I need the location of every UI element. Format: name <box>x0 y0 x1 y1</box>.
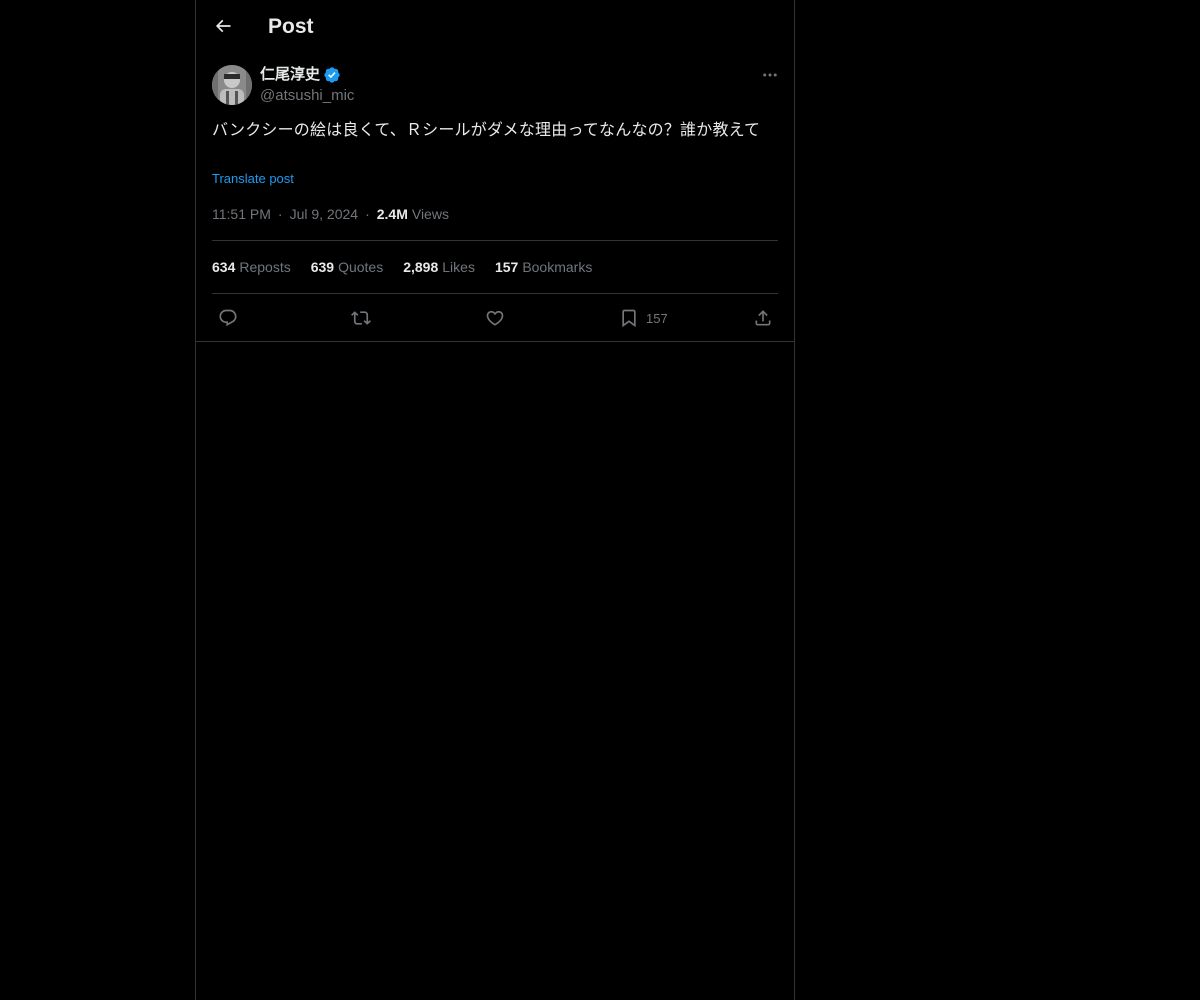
quotes-count: 639 <box>310 259 335 275</box>
post-time[interactable]: 11:51 PM <box>212 204 271 224</box>
avatar-image <box>212 65 252 105</box>
post-actions: 157 <box>196 303 794 333</box>
author-name-row: 仁尾淳史 <box>260 65 341 85</box>
translate-post-link[interactable]: Translate post <box>212 170 294 188</box>
post-meta: 11:51 PM · Jul 9, 2024 · 2.4M Views <box>212 204 449 224</box>
bookmarks-count: 157 <box>494 259 519 275</box>
author-handle[interactable]: @atsushi_mic <box>260 86 354 106</box>
quotes-label: Quotes <box>338 259 384 275</box>
likes-stat[interactable]: 2,898 Likes <box>403 257 475 277</box>
separator-dot: · <box>365 206 370 222</box>
share-button[interactable] <box>753 305 773 331</box>
main-column: Post 仁尾淳史 @atsushi_mic バンクシーの絵は良くて、Ｒシールが… <box>195 0 795 1000</box>
more-horizontal-icon <box>763 73 777 77</box>
like-button[interactable] <box>485 305 505 331</box>
author-name[interactable]: 仁尾淳史 <box>260 65 320 85</box>
bookmarks-label: Bookmarks <box>522 259 593 275</box>
bookmark-button[interactable]: 157 <box>619 305 668 331</box>
verified-badge-icon[interactable] <box>323 66 341 84</box>
repost-button[interactable] <box>351 305 371 331</box>
heart-icon <box>486 310 504 326</box>
reposts-count: 634 <box>212 259 236 275</box>
likes-count: 2,898 <box>403 259 439 275</box>
post-article: 仁尾淳史 @atsushi_mic バンクシーの絵は良くて、Ｒシールがダメな理由… <box>196 53 794 342</box>
quotes-stat[interactable]: 639 Quotes <box>311 257 384 277</box>
page-title: Post <box>268 15 314 38</box>
likes-label: Likes <box>442 259 475 275</box>
repost-icon <box>351 311 371 325</box>
page-header: Post <box>196 0 794 53</box>
back-button[interactable] <box>208 11 238 41</box>
bookmark-count: 157 <box>646 311 668 326</box>
bookmarks-stat[interactable]: 157 Bookmarks <box>495 257 592 277</box>
views-label: Views <box>411 206 449 222</box>
divider <box>212 293 778 294</box>
avatar[interactable] <box>212 65 252 105</box>
reply-button[interactable] <box>218 305 238 331</box>
more-options-button[interactable] <box>758 63 782 87</box>
post-stats: 634 Reposts 639 Quotes 2,898 Likes 157 Bookm… <box>212 257 612 277</box>
reply-icon <box>219 309 237 327</box>
divider <box>212 240 778 241</box>
share-icon <box>755 310 771 326</box>
arrow-left-icon <box>215 19 231 33</box>
views-count: 2.4M <box>376 206 408 222</box>
separator-dot: · <box>277 206 283 222</box>
reposts-stat[interactable]: 634 Reposts <box>212 257 291 277</box>
post-date[interactable]: Jul 9, 2024 <box>290 204 359 224</box>
bookmark-icon <box>622 309 636 328</box>
post-text: バンクシーの絵は良くて、Ｒシールがダメな理由ってなんなの？誰か教えて <box>212 122 761 139</box>
reposts-label: Reposts <box>239 259 291 275</box>
